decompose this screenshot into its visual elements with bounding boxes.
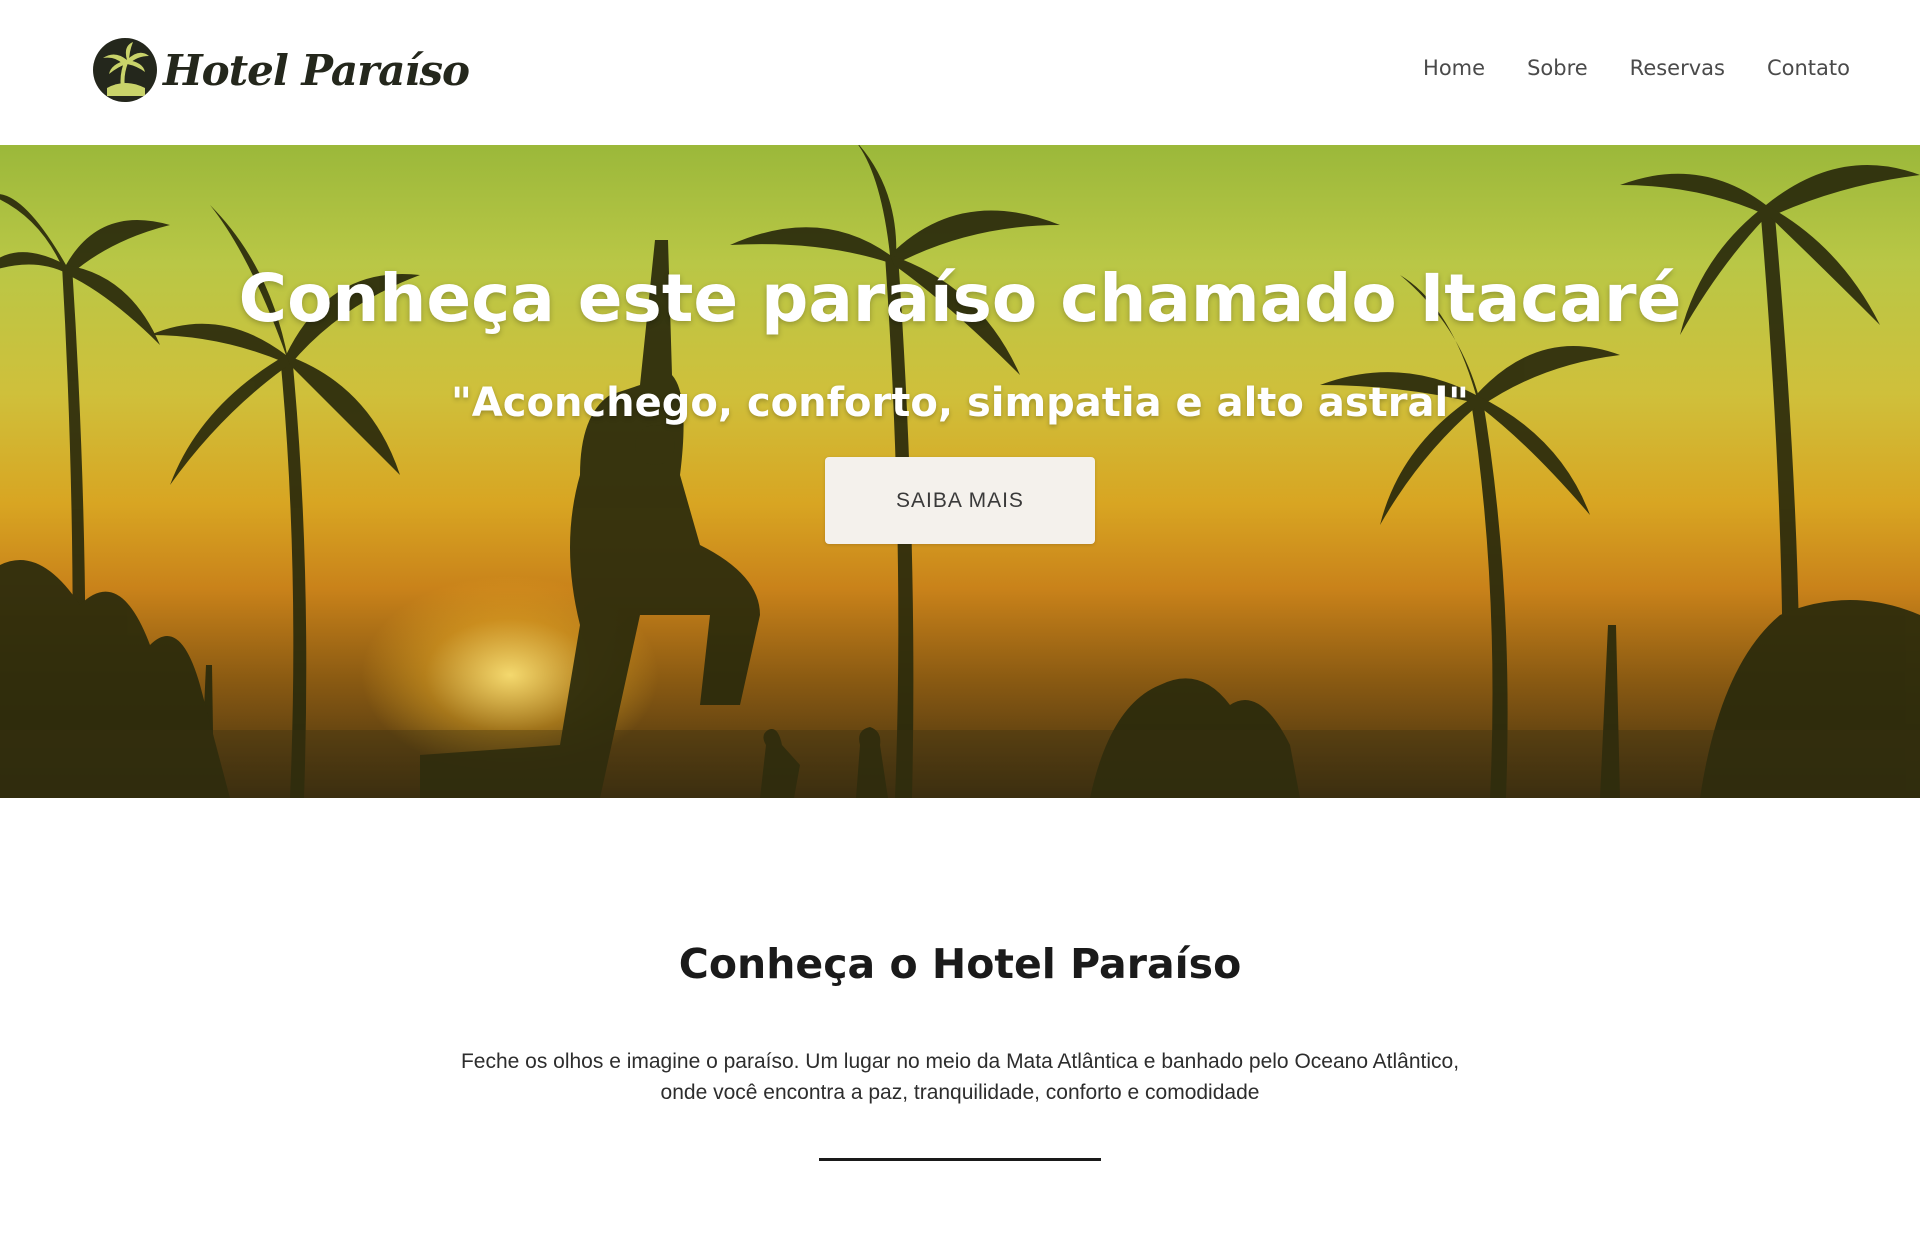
main-nav: Home Sobre Reservas Contato: [1423, 56, 1850, 80]
about-title: Conheça o Hotel Paraíso: [678, 940, 1242, 988]
nav-item-home[interactable]: Home: [1423, 56, 1485, 80]
hero-title: Conheça este paraíso chamado Itacaré: [238, 260, 1682, 337]
nav-item-contato[interactable]: Contato: [1767, 56, 1850, 80]
palm-tree-icon: [93, 38, 157, 102]
about-text-line-1: Feche os olhos e imagine o paraíso. Um l…: [460, 1050, 1460, 1073]
nav-item-reservas[interactable]: Reservas: [1630, 56, 1725, 80]
saiba-mais-button[interactable]: SAIBA MAIS: [825, 457, 1095, 544]
about-text: Feche os olhos e imagine o paraíso. Um l…: [410, 1046, 1510, 1108]
logo-text: Hotel Paraíso: [163, 45, 470, 95]
about-text-line-2: onde você encontra a paz, tranquilidade,…: [660, 1081, 1260, 1104]
site-header: Hotel Paraíso Home Sobre Reservas Contat…: [0, 0, 1920, 145]
hero-banner: Conheça este paraíso chamado Itacaré "Ac…: [0, 145, 1920, 798]
hero-subtitle: "Aconchego, conforto, simpatia e alto as…: [450, 380, 1470, 426]
nav-item-sobre[interactable]: Sobre: [1527, 56, 1588, 80]
section-divider: [819, 1158, 1101, 1161]
logo[interactable]: Hotel Paraíso: [93, 38, 470, 102]
